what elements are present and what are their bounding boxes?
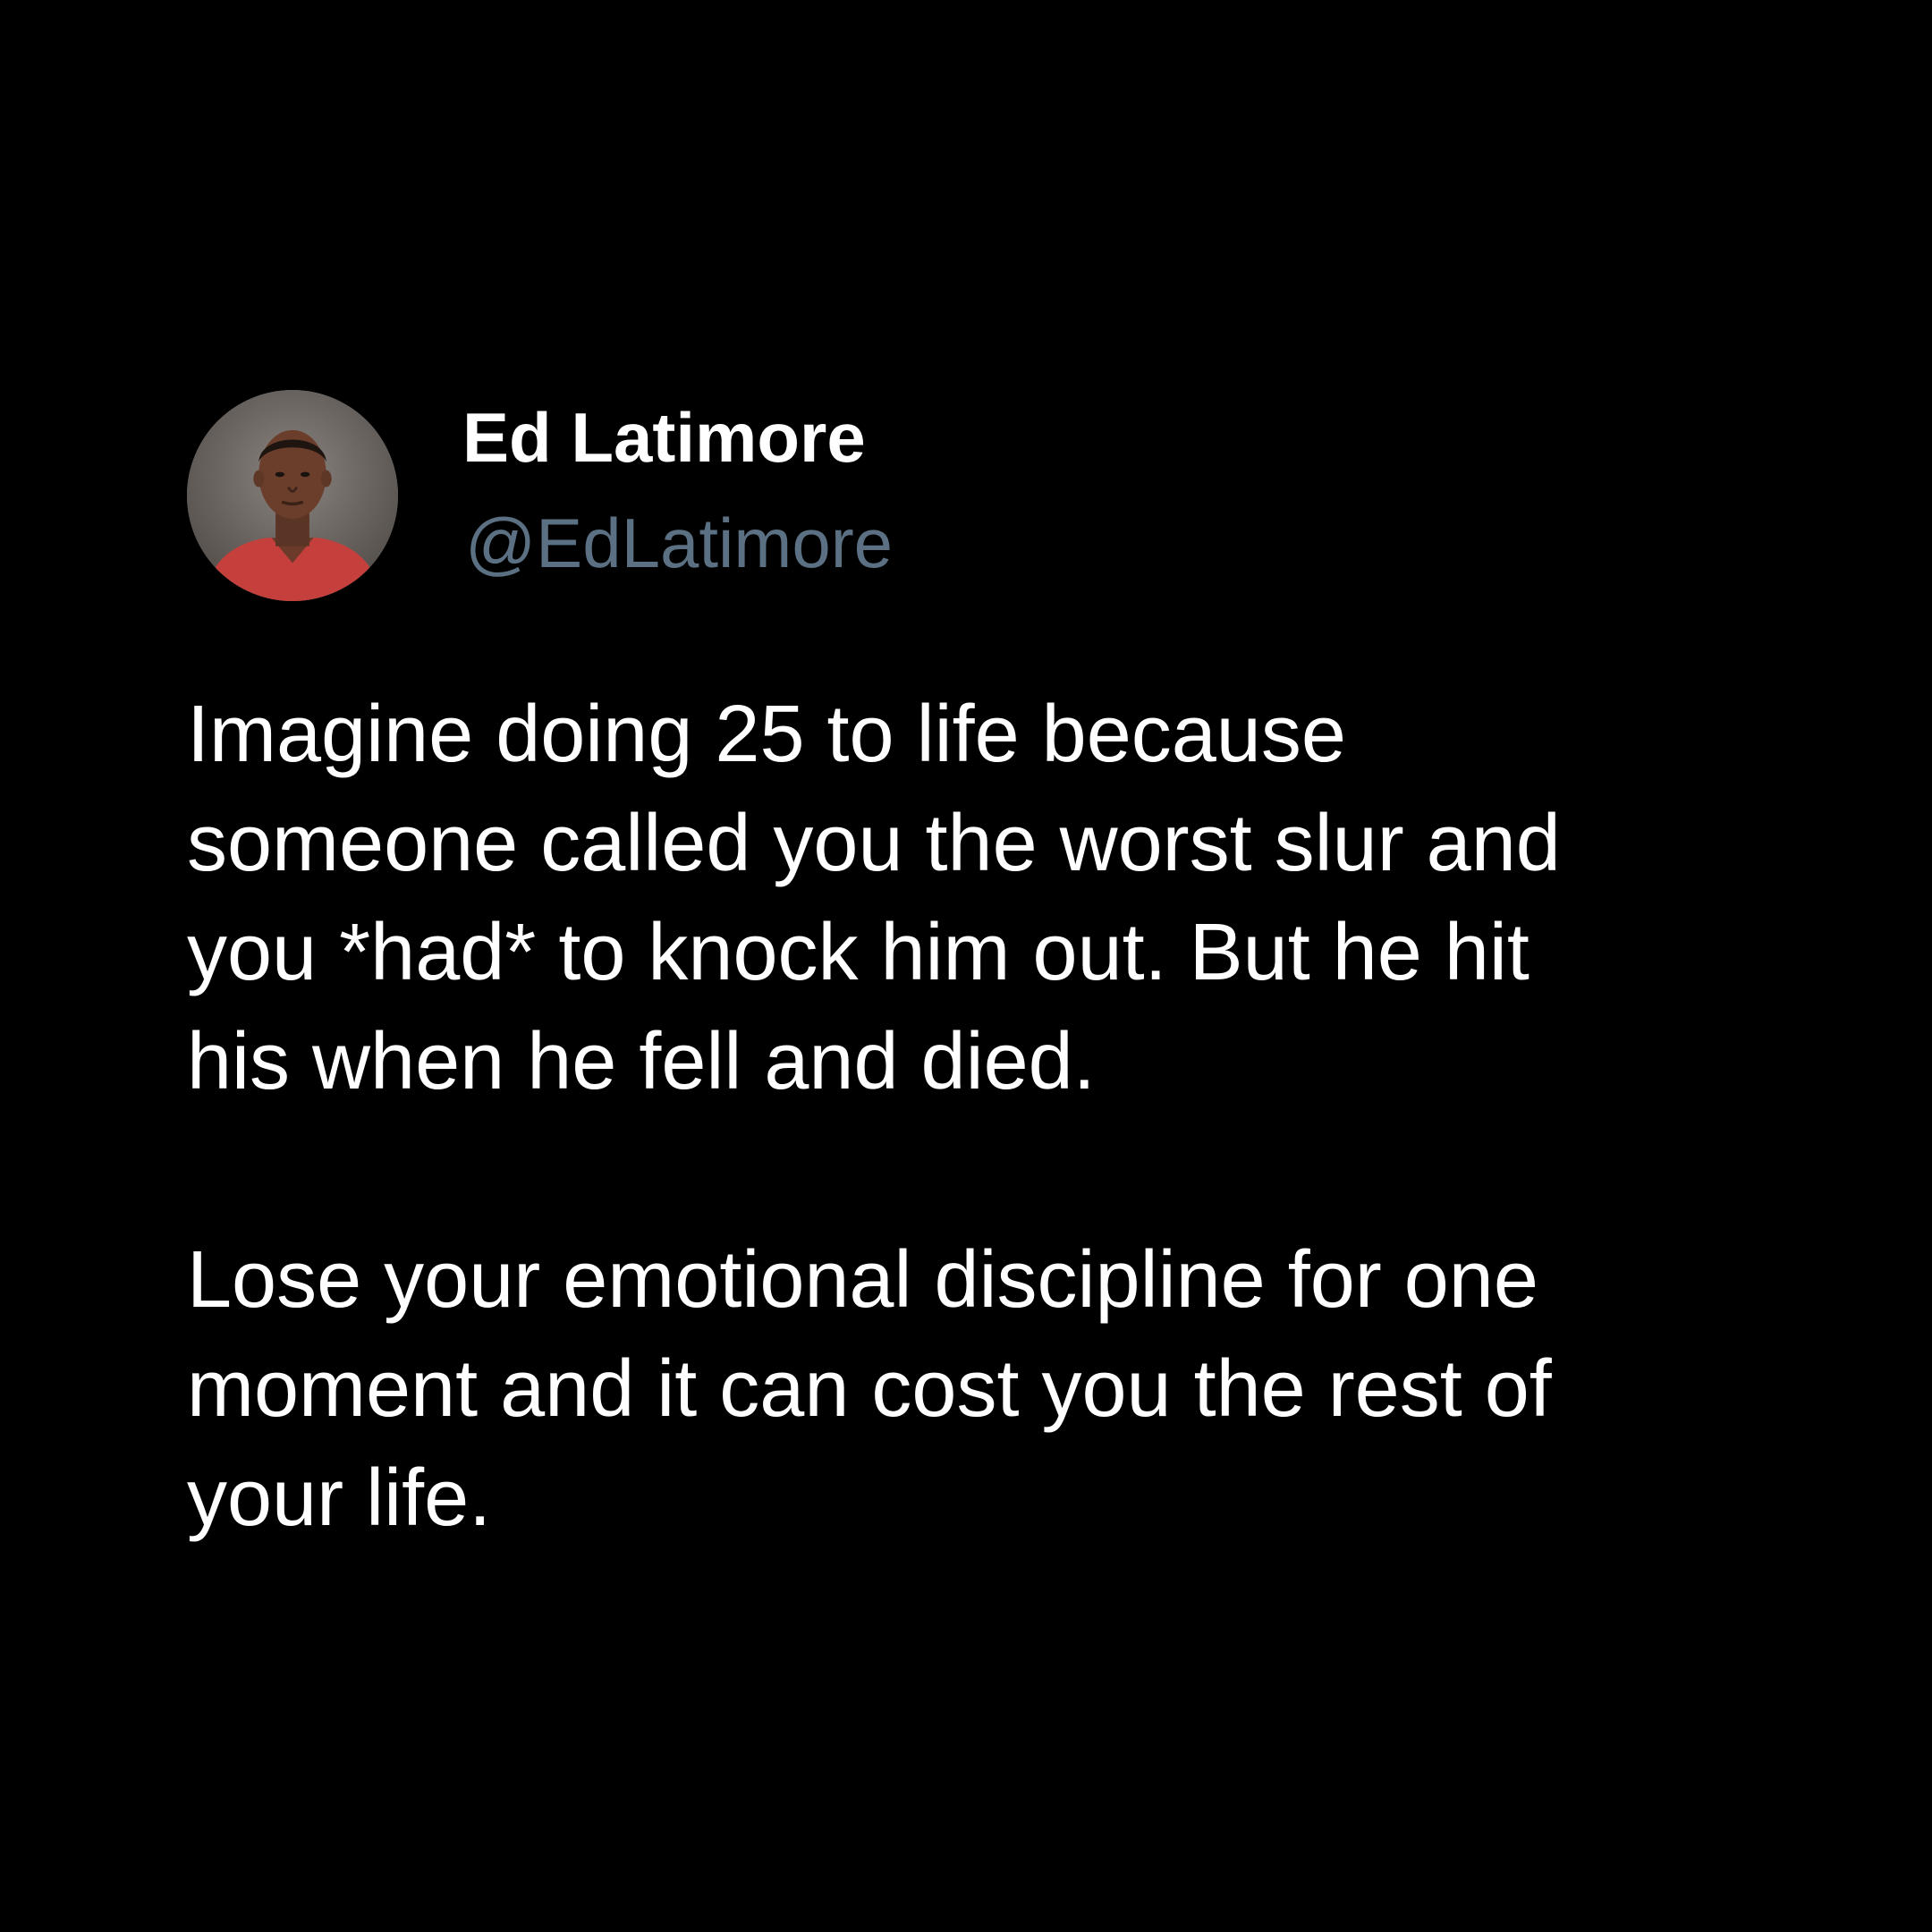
tweet-line: you *had* to knock him out. But he hit (187, 908, 1530, 997)
tweet-line: his when he fell and died. (187, 1017, 1096, 1106)
tweet-line: your life. (187, 1453, 492, 1543)
author-display-name[interactable]: Ed Latimore (462, 402, 866, 472)
avatar[interactable] (187, 390, 398, 601)
tweet-text: Imagine doing 25 to life because someone… (187, 680, 1797, 1553)
tweet-line: moment and it can cost you the rest of (187, 1344, 1552, 1434)
tweet-card: Ed Latimore @EdLatimore Imagine doing 25… (0, 0, 1932, 1932)
tweet-line: someone called you the worst slur and (187, 799, 1561, 888)
profile-photo-icon (187, 390, 398, 601)
author-handle[interactable]: @EdLatimore (465, 508, 893, 578)
tweet-paragraph: Lose your emotional discipline for one m… (187, 1225, 1797, 1553)
tweet-line: Imagine doing 25 to life because (187, 690, 1346, 779)
tweet-paragraph: Imagine doing 25 to life because someone… (187, 680, 1797, 1116)
tweet-line: Lose your emotional discipline for one (187, 1235, 1538, 1325)
